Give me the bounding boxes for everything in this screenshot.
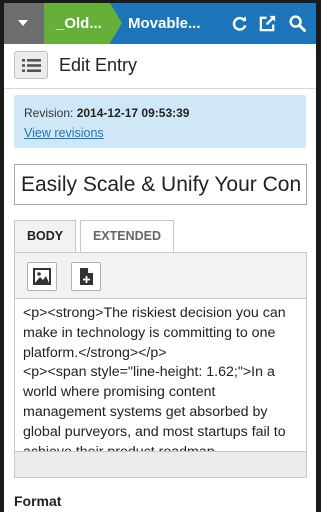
app-frame: _Old... Movable... Edit Entry Revision: … <box>4 3 316 512</box>
page-toolbar: Edit Entry <box>4 44 316 89</box>
revision-value: 2014-12-17 09:53:39 <box>76 106 190 120</box>
insert-file-button[interactable] <box>71 262 101 291</box>
search-icon[interactable] <box>288 14 307 33</box>
tab-extended[interactable]: EXTENDED <box>80 220 174 252</box>
page-title: Edit Entry <box>59 55 138 75</box>
insert-file-icon <box>80 268 93 285</box>
body-editor[interactable]: <p><strong>The riskiest decision you can… <box>14 299 307 452</box>
revision-notice: Revision: 2014-12-17 09:53:39 View revis… <box>14 95 306 148</box>
entry-title-input[interactable] <box>14 164 307 205</box>
revision-label: Revision: <box>24 106 74 120</box>
tab-body[interactable]: BODY <box>14 220 76 252</box>
top-bar: _Old... Movable... <box>4 3 316 44</box>
menu-button[interactable] <box>4 3 44 44</box>
refresh-icon[interactable] <box>230 14 249 33</box>
format-label: Format <box>14 493 62 509</box>
body-editor-text[interactable]: <p><strong>The riskiest decision you can… <box>23 304 301 451</box>
insert-image-icon <box>33 268 51 285</box>
list-button[interactable] <box>14 51 48 79</box>
breadcrumb-app-label[interactable]: Movable... <box>128 15 218 32</box>
view-revisions-link[interactable]: View revisions <box>24 126 104 140</box>
breadcrumb-site-label[interactable]: _Old... <box>56 15 116 32</box>
revision-line: Revision: 2014-12-17 09:53:39 <box>24 106 189 120</box>
editor-toolbar <box>14 252 307 299</box>
menu-caret-icon <box>18 20 28 26</box>
external-link-icon[interactable] <box>258 14 277 33</box>
insert-image-button[interactable] <box>27 262 57 291</box>
list-icon <box>22 59 41 72</box>
editor-resize-bar[interactable] <box>14 452 307 478</box>
